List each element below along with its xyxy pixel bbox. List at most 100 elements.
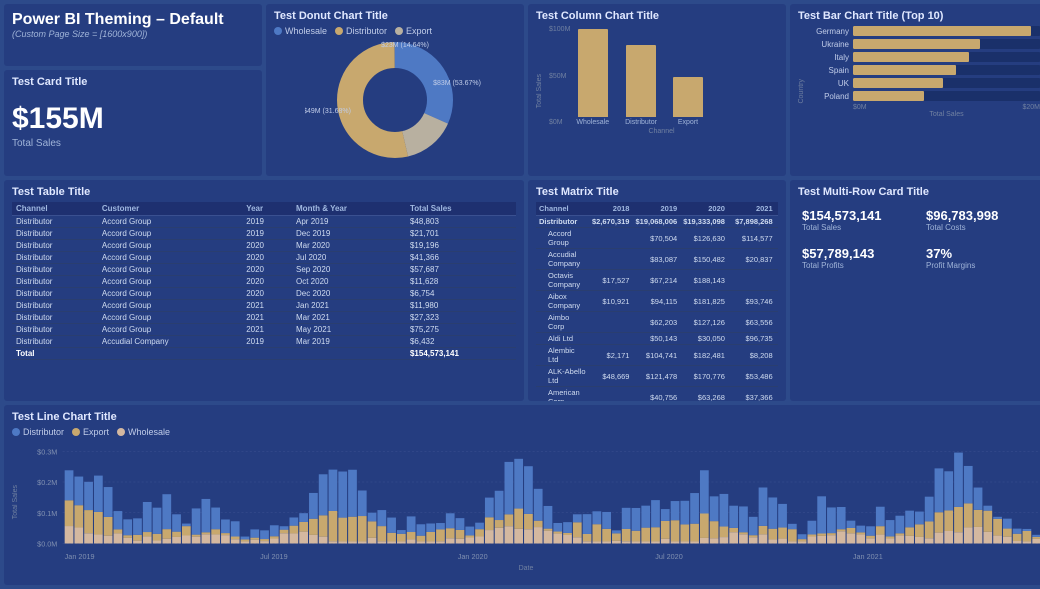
svg-text:$0.1M: $0.1M: [37, 509, 57, 518]
svg-text:$0.2M: $0.2M: [37, 478, 57, 487]
matrix-scroll[interactable]: Channel 2018 2019 2020 2021 Total Distri…: [536, 202, 778, 401]
hbar-track-italy: [853, 52, 1040, 62]
svg-text:Jul 2019: Jul 2019: [260, 552, 287, 561]
card-title: Test Card Title: [12, 76, 254, 88]
hbar-fill-germany: [853, 26, 1031, 36]
line-dot-wholesale: [117, 428, 125, 436]
table-row: DistributorAccord Group2019Apr 2019$48,8…: [12, 216, 516, 228]
hbar-track-spain: [853, 65, 1040, 75]
mth-2018: 2018: [589, 202, 633, 216]
col-bar-wholesale: Wholesale: [576, 29, 609, 126]
multirow-item-0: $154,573,141 Total Sales: [798, 204, 916, 236]
main-title: Power BI Theming – Default: [12, 10, 254, 29]
matrix-row: Accudial Company$83,087$150,482$20,837$2…: [536, 249, 778, 270]
column-x-label: Channel: [545, 128, 778, 135]
matrix-panel: Test Matrix Title Channel 2018 2019 2020…: [528, 180, 786, 401]
hbar-track-uk: [853, 78, 1040, 88]
line-chart-area: Total Sales $0.3M $0.2M $0.1M $0.0M Jan …: [12, 441, 1040, 564]
svg-text:Jan 2021: Jan 2021: [853, 552, 883, 561]
matrix-row: ALK-Abello Ltd$48,669$121,478$170,776$53…: [536, 366, 778, 387]
multirow-value-0: $154,573,141: [802, 208, 912, 223]
table-row: DistributorAccord Group2020Dec 2020$6,75…: [12, 288, 516, 300]
donut-panel: Test Donut Chart Title Wholesale Distrib…: [266, 4, 524, 176]
matrix-row: Accord Group$70,504$126,630$114,577$311,…: [536, 228, 778, 249]
table-scroll[interactable]: Channel Customer Year Month & Year Total…: [12, 202, 516, 360]
data-table: Channel Customer Year Month & Year Total…: [12, 202, 516, 360]
matrix-row: Aibox Company$10,921$94,115$181,825$93,7…: [536, 291, 778, 312]
svg-text:Jul 2020: Jul 2020: [655, 552, 682, 561]
line-legend-distributor: Distributor: [12, 427, 64, 437]
hbar-track-germany: [853, 26, 1040, 36]
matrix-row: Distributor$2,670,319$19,068,006$19,333,…: [536, 216, 778, 228]
th-total-sales: Total Sales: [406, 202, 516, 216]
mth-2020: 2020: [680, 202, 728, 216]
hbar-fill-poland: [853, 91, 924, 101]
hbar-spain: Spain: [807, 65, 1040, 75]
bar-title: Test Bar Chart Title (Top 10): [798, 10, 1040, 22]
hbar-fill-ukraine: [853, 39, 980, 49]
multirow-value-3: 37%: [926, 246, 1036, 261]
hbar-ukraine: Ukraine: [807, 39, 1040, 49]
table-row: DistributorAccord Group2020Oct 2020$11,6…: [12, 276, 516, 288]
line-y-axis-label-container: Total Sales: [12, 441, 19, 564]
mth-2021: 2021: [728, 202, 776, 216]
th-year: Year: [242, 202, 292, 216]
table-total-row: Total$154,573,141: [12, 348, 516, 360]
svg-text:$49M (31.68%): $49M (31.68%): [305, 108, 351, 115]
multirow-value-2: $57,789,143: [802, 246, 912, 261]
hbar-fill-uk: [853, 78, 943, 88]
hbar-fill-italy: [853, 52, 969, 62]
bar-chart-inner: Germany Ukraine Italy Spain UK: [807, 26, 1040, 156]
bar-wholesale: [578, 29, 608, 117]
matrix-row: Aldi Ltd$50,143$30,050$96,735$176,927: [536, 333, 778, 345]
mth-total: Total: [776, 202, 778, 216]
table-row: DistributorAccord Group2021Jan 2021$11,9…: [12, 300, 516, 312]
sub-title: (Custom Page Size = [1600x900]): [12, 29, 254, 39]
bar-panel: Test Bar Chart Title (Top 10) Country Ge…: [790, 4, 1040, 176]
hbar-axis: $0M $20M: [807, 104, 1040, 111]
hbar-fill-spain: [853, 65, 956, 75]
column-bars-inner: Wholesale Distributor Export: [576, 26, 774, 126]
multirow-label-0: Total Sales: [802, 223, 912, 232]
table-header-row: Channel Customer Year Month & Year Total…: [12, 202, 516, 216]
line-y-axis-label: Total Sales: [12, 485, 19, 519]
hbar-track-ukraine: [853, 39, 1040, 49]
table-row: DistributorAccudial Company2019Mar 2019$…: [12, 336, 516, 348]
line-title: Test Line Chart Title: [12, 411, 1040, 423]
table-panel: Test Table Title Channel Customer Year M…: [4, 180, 524, 401]
table-row: DistributorAccord Group2019Dec 2019$21,7…: [12, 228, 516, 240]
matrix-row: Alembic Ltd$2,171$104,741$182,481$8,208$…: [536, 345, 778, 366]
dashboard: Power BI Theming – Default (Custom Page …: [0, 0, 1040, 589]
line-dot-distributor: [12, 428, 20, 436]
hbar-italy: Italy: [807, 52, 1040, 62]
bar-x-label: Total Sales: [807, 111, 1040, 118]
matrix-body: Distributor$2,670,319$19,068,006$19,333,…: [536, 216, 778, 402]
table-title: Test Table Title: [12, 186, 516, 198]
column-bars: $100M $50M $0M Wholesale Distributor: [545, 26, 778, 126]
matrix-row: American Corp$40,756$63,268$37,366$141,3…: [536, 387, 778, 402]
hbar-poland: Poland: [807, 91, 1040, 101]
line-dot-export: [72, 428, 80, 436]
multirow-grid: $154,573,141 Total Sales $96,783,998 Tot…: [798, 204, 1040, 274]
column-chart-area: Total Sales $100M $50M $0M Wholesale: [536, 26, 778, 156]
matrix-table: Channel 2018 2019 2020 2021 Total Distri…: [536, 202, 778, 401]
column-panel: Test Column Chart Title Total Sales $100…: [528, 4, 786, 176]
col-bar-distributor: Distributor: [625, 45, 657, 126]
line-panel: Test Line Chart Title Distributor Export…: [4, 405, 1040, 585]
column-title: Test Column Chart Title: [536, 10, 778, 22]
line-legend-export: Export: [72, 427, 109, 437]
matrix-row: Octavis Company$17,527$67,214$188,143$27…: [536, 270, 778, 291]
legend-dot-export: [395, 27, 403, 35]
th-month-year: Month & Year: [292, 202, 406, 216]
table-row: DistributorAccord Group2020Jul 2020$41,3…: [12, 252, 516, 264]
donut-svg: $49M (31.68%) $83M (53.67%) $23M (14.64%…: [305, 35, 485, 165]
column-y-labels: $100M $50M $0M: [549, 26, 572, 126]
col-bar-export: Export: [673, 77, 703, 126]
table-body: DistributorAccord Group2019Apr 2019$48,8…: [12, 216, 516, 360]
table-row: DistributorAccord Group2020Sep 2020$57,6…: [12, 264, 516, 276]
table-row: DistributorAccord Group2021May 2021$75,2…: [12, 324, 516, 336]
th-customer: Customer: [98, 202, 242, 216]
donut-chart-container: $49M (31.68%) $83M (53.67%) $23M (14.64%…: [274, 40, 516, 160]
multirow-title: Test Multi-Row Card Title: [798, 186, 1040, 198]
column-chart-inner: $100M $50M $0M Wholesale Distributor: [545, 26, 778, 156]
